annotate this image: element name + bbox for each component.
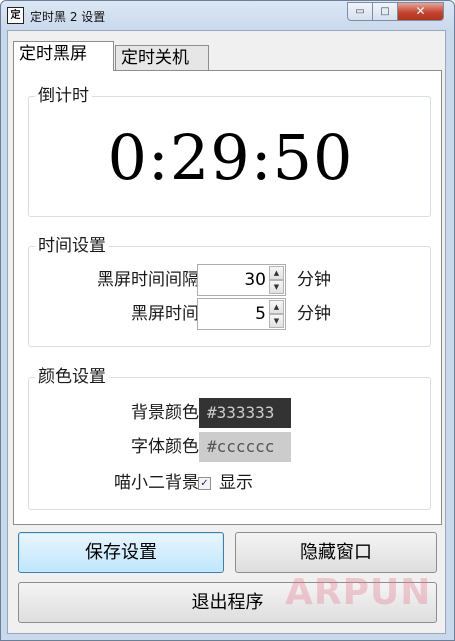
hide-window-button[interactable]: 隐藏窗口	[235, 532, 437, 573]
close-button[interactable]: ✕	[397, 2, 444, 21]
title-bar[interactable]: 定 定时黑 2 设置 ▭ □ ✕	[1, 1, 454, 31]
window-title: 定时黑 2 设置	[30, 10, 106, 24]
interval-value[interactable]: 30	[244, 269, 266, 291]
countdown-display: 0:29:50	[107, 121, 354, 194]
bg-color-label: 背景颜色	[131, 403, 199, 423]
save-settings-button[interactable]: 保存设置	[18, 532, 224, 573]
cat-bg-checkbox-label[interactable]: 显示	[219, 472, 253, 494]
interval-unit: 分钟	[297, 270, 331, 290]
color-settings-group: 颜色设置 背景颜色 #333333 字体颜色 #cccccc 喵小二背景 ✓ 显…	[28, 366, 431, 510]
time-settings-group-label: 时间设置	[35, 235, 109, 257]
cat-bg-checkbox[interactable]: ✓	[198, 477, 211, 490]
duration-value[interactable]: 5	[255, 303, 266, 325]
cat-bg-label: 喵小二背景	[114, 473, 199, 493]
watermark-text: ARPUN	[285, 572, 432, 613]
maximize-button[interactable]: □	[372, 2, 398, 21]
font-color-swatch[interactable]: #cccccc	[199, 432, 291, 462]
tab-panel: 倒计时 0:29:50 时间设置 黑屏时间间隔 30 ▲ ▼ 分钟 黑屏时间 5…	[13, 70, 442, 525]
color-settings-group-label: 颜色设置	[35, 366, 109, 388]
bg-color-swatch[interactable]: #333333	[199, 398, 291, 428]
duration-spin-buttons: ▲ ▼	[269, 300, 284, 328]
font-color-label: 字体颜色	[131, 437, 199, 457]
interval-down-arrow-icon[interactable]: ▼	[269, 280, 284, 294]
interval-stepper[interactable]: 30 ▲ ▼	[197, 264, 286, 296]
minimize-button[interactable]: ▭	[347, 2, 373, 21]
interval-spin-buttons: ▲ ▼	[269, 266, 284, 294]
tab-screen-blackout[interactable]: 定时黑屏	[13, 41, 114, 71]
countdown-group-label: 倒计时	[35, 85, 92, 107]
interval-up-arrow-icon[interactable]: ▲	[269, 266, 284, 280]
interval-label: 黑屏时间间隔	[97, 270, 199, 290]
countdown-group: 倒计时 0:29:50	[28, 85, 431, 217]
tab-shutdown-timer[interactable]: 定时关机	[115, 45, 209, 72]
app-icon: 定	[7, 7, 24, 24]
duration-unit: 分钟	[297, 304, 331, 324]
time-settings-group: 时间设置 黑屏时间间隔 30 ▲ ▼ 分钟 黑屏时间 5 ▲ ▼ 分钟	[28, 235, 431, 347]
duration-up-arrow-icon[interactable]: ▲	[269, 300, 284, 314]
duration-label: 黑屏时间	[131, 304, 199, 324]
duration-down-arrow-icon[interactable]: ▼	[269, 314, 284, 328]
duration-stepper[interactable]: 5 ▲ ▼	[197, 298, 286, 330]
